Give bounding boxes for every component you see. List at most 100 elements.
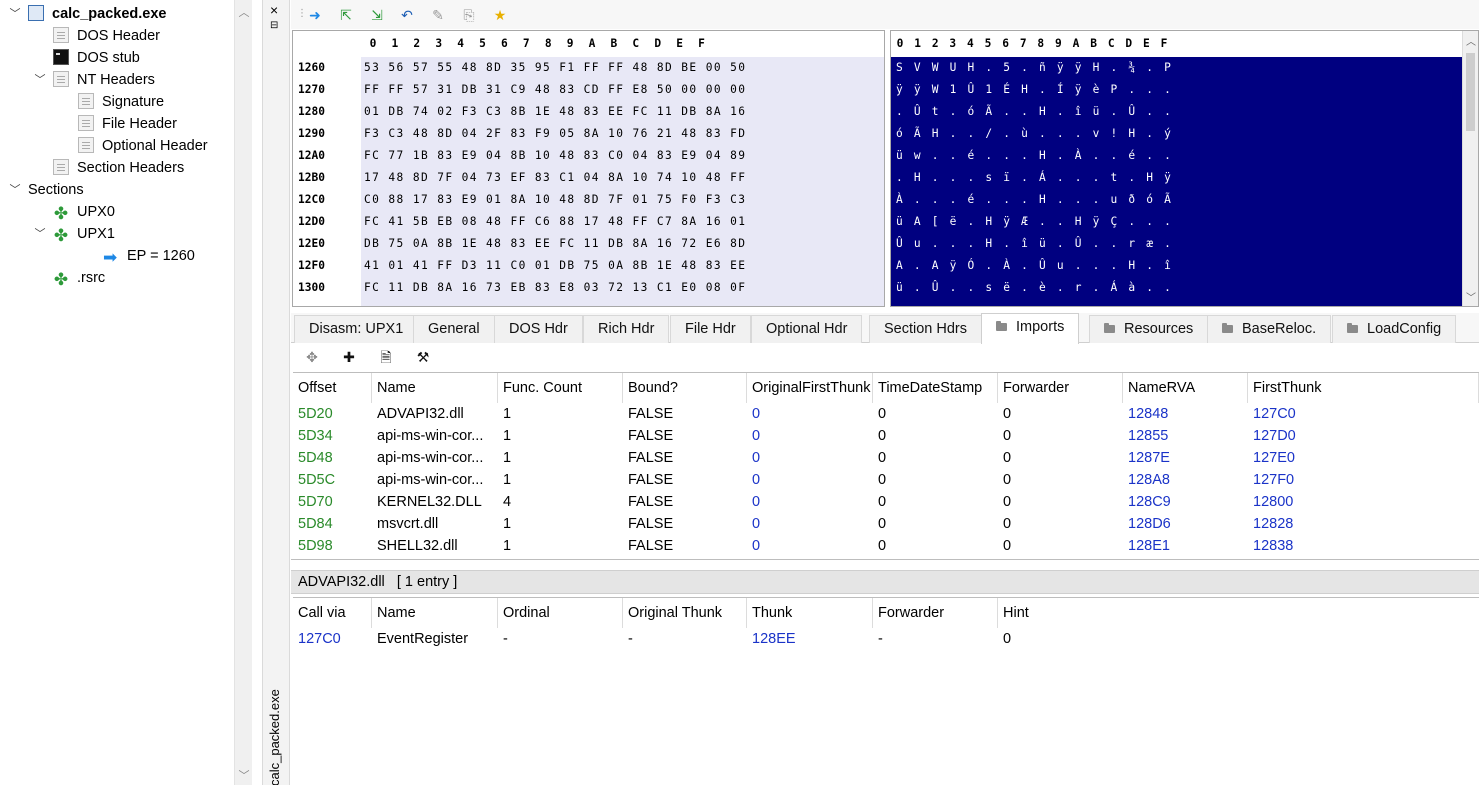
expand-chevron-icon[interactable]: ﹀ [8, 179, 22, 201]
column-header[interactable]: Call via [293, 598, 372, 628]
tree-item[interactable]: DOS stub [53, 47, 140, 69]
tree-item[interactable]: Signature [78, 91, 164, 113]
tree-item-label: Sections [28, 182, 84, 198]
table-row[interactable]: 5D34 api-ms-win-cor... 1 FALSE 0 0 0 12855 127D0 [293, 425, 1479, 447]
tab-file-hdr[interactable]: File Hdr [670, 315, 751, 343]
tree-item[interactable]: ﹀ Sections [10, 179, 84, 201]
hex-bytes-row[interactable]: DB 75 0A 8B 1E 48 83 EE FC 11 DB 8A 16 7… [364, 233, 746, 255]
favorite-star-icon[interactable]: ★ [490, 5, 510, 25]
pin-icon[interactable]: ⊟ [270, 20, 278, 31]
column-header[interactable]: Bound? [623, 373, 747, 403]
column-header[interactable]: Hint [998, 598, 1479, 628]
tab-resources[interactable]: Resources [1089, 315, 1209, 343]
tree-scrollbar[interactable]: ︿ ﹀ [234, 0, 252, 785]
tab-rich-hdr[interactable]: Rich Hdr [583, 315, 670, 343]
hex-ascii-pane[interactable]: 0123456789ABCDEF ︿ ﹀ S V W U H . 5 . ñ ÿ… [890, 30, 1479, 307]
ascii-row[interactable]: ü A [ ë . H ÿ Æ . . H ÿ Ç . . . [896, 211, 1173, 233]
add-icon[interactable]: ✚ [339, 347, 359, 367]
scroll-up-arrow-icon[interactable]: ︿ [235, 4, 253, 20]
table-row[interactable]: 5D98 SHELL32.dll 1 FALSE 0 0 0 128E1 12838 [293, 535, 1479, 557]
tab-disasm-upx1[interactable]: Disasm: UPX1 [294, 315, 419, 343]
hex-bytes-row[interactable]: 17 48 8D 7F 04 73 EF 83 C1 04 8A 10 74 1… [364, 167, 746, 189]
table-row[interactable]: 5D20 ADVAPI32.dll 1 FALSE 0 0 0 12848 127C0 [293, 403, 1479, 425]
tree-item[interactable]: ﹀ calc_packed.exe [10, 3, 166, 25]
ascii-row[interactable]: ó Ã H . . / . ù . . . v ! H . ý [896, 123, 1173, 145]
tree-item[interactable]: ✤ .rsrc [53, 267, 105, 289]
tree-item[interactable]: Optional Header [78, 135, 208, 157]
tab-optional-hdr[interactable]: Optional Hdr [751, 315, 863, 343]
hex-bytes-row[interactable]: FC 11 DB 8A 16 73 EB 83 E8 03 72 13 C1 E… [364, 277, 746, 299]
tree-item[interactable]: ﹀ ✤ UPX1 [35, 223, 115, 245]
hex-bytes-row[interactable]: 41 01 41 FF D3 11 C0 01 DB 75 0A 8B 1E 4… [364, 255, 746, 277]
expand-chevron-icon[interactable]: ﹀ [33, 223, 47, 245]
table-row[interactable]: 127C0 EventRegister - - 128EE - 0 [293, 628, 1479, 650]
column-header[interactable]: Thunk [747, 598, 873, 628]
tree-item[interactable]: ﹀ NT Headers [35, 69, 155, 91]
tab-basereloc[interactable]: BaseReloc. [1207, 315, 1332, 343]
tab-general[interactable]: General [413, 315, 495, 343]
column-header[interactable]: Ordinal [498, 598, 623, 628]
table-cell: api-ms-win-cor... [377, 472, 484, 488]
tab-imports[interactable]: Imports [981, 313, 1080, 344]
tree-item[interactable]: File Header [78, 113, 177, 135]
go-to-rva-icon[interactable]: ⇲ [367, 5, 387, 25]
close-icon[interactable]: × [270, 2, 278, 18]
go-to-entry-icon[interactable]: ⇱ [336, 5, 356, 25]
ascii-row[interactable]: Û u . . . H . î ü . Û . . r æ . [896, 233, 1173, 255]
ascii-row[interactable]: . Û t . ó Ã . . H . î ü . Û . . [896, 101, 1173, 123]
scroll-down-arrow-icon[interactable]: ﹀ [1463, 289, 1478, 304]
move-icon[interactable]: ✥ [302, 347, 322, 367]
ascii-row[interactable]: ü w . . é . . . H . À . . é . . [896, 145, 1173, 167]
table-row[interactable]: 5D70 KERNEL32.DLL 4 FALSE 0 0 0 128C9 12800 [293, 491, 1479, 513]
tab-dos-hdr[interactable]: DOS Hdr [494, 315, 583, 343]
hex-bytes-row[interactable]: C0 88 17 83 E9 01 8A 10 48 8D 7F 01 75 F… [364, 189, 746, 211]
copy-icon[interactable]: ⎘ [459, 5, 479, 25]
ascii-row[interactable]: . H . . . s ï . Á . . . t . H ÿ [896, 167, 1173, 189]
tree-item[interactable]: ✤ UPX0 [53, 201, 115, 223]
table-row[interactable]: 5D48 api-ms-win-cor... 1 FALSE 0 0 0 1287E 127E0 [293, 447, 1479, 469]
document-tab-label[interactable]: calc_packed.exe [267, 676, 282, 785]
ascii-row[interactable]: S V W U H . 5 . ñ ÿ ÿ H . ¾ . P [896, 57, 1173, 79]
column-header[interactable]: Forwarder [998, 373, 1123, 403]
undo-icon[interactable]: ↶ [397, 5, 417, 25]
go-to-address-icon[interactable]: ➜ [305, 5, 325, 25]
column-header[interactable]: Func. Count [498, 373, 623, 403]
table-row[interactable]: 5D5C api-ms-win-cor... 1 FALSE 0 0 0 128A8 127F0 [293, 469, 1479, 491]
hex-bytes-row[interactable]: 53 56 57 55 48 8D 35 95 F1 FF FF 48 8D B… [364, 57, 746, 79]
column-header[interactable]: Forwarder [873, 598, 998, 628]
column-header[interactable]: Name [372, 598, 498, 628]
column-header[interactable]: TimeDateStamp [873, 373, 998, 403]
hex-bytes-row[interactable]: 01 DB 74 02 F3 C3 8B 1E 48 83 EE FC 11 D… [364, 101, 746, 123]
pin-icon[interactable]: ✎ [428, 5, 448, 25]
scroll-down-arrow-icon[interactable]: ﹀ [235, 767, 253, 783]
hex-bytes-row[interactable]: F3 C3 48 8D 04 2F 83 F9 05 8A 10 76 21 4… [364, 123, 746, 145]
column-header[interactable]: FirstThunk [1248, 373, 1479, 403]
table-row[interactable]: 5D84 msvcrt.dll 1 FALSE 0 0 0 128D6 12828 [293, 513, 1479, 535]
expand-chevron-icon[interactable]: ﹀ [33, 69, 47, 91]
wand-icon[interactable]: ⚒ [413, 347, 433, 367]
hex-bytes-pane[interactable]: 0 1 2 3 4 5 6 7 8 9 A B C D E F 1260 53 56 57 55 48 8D 3… [292, 30, 885, 307]
scrollbar-thumb[interactable] [1466, 53, 1475, 131]
column-header[interactable]: OriginalFirstThunk [747, 373, 873, 403]
tree-item[interactable]: Section Headers [53, 157, 184, 179]
ascii-row[interactable]: A . A ÿ Ó . À . Û u . . . H . î [896, 255, 1173, 277]
hex-bytes-row[interactable]: FC 77 1B 83 E9 04 8B 10 48 83 C0 04 83 E… [364, 145, 746, 167]
ascii-row[interactable]: ü . Û . . s ë . è . r . Á à . . [896, 277, 1173, 299]
ascii-row[interactable]: ÿ ÿ W 1 Û 1 É H . Í ÿ è P . . . [896, 79, 1173, 101]
column-header[interactable]: NameRVA [1123, 373, 1248, 403]
hex-bytes-row[interactable]: FF FF 57 31 DB 31 C9 48 83 CD FF E8 50 0… [364, 79, 746, 101]
tab-loadconfig[interactable]: LoadConfig [1332, 315, 1457, 343]
structure-tree[interactable]: ﹀ calc_packed.exe DOS Header DOS stub ﹀ NT He… [0, 0, 252, 785]
column-header[interactable]: Original Thunk [623, 598, 747, 628]
tree-item[interactable]: DOS Header [53, 25, 160, 47]
tab-section-hdrs[interactable]: Section Hdrs [869, 315, 983, 343]
ascii-row[interactable]: À . . . é . . . H . . . u ð ó Ã [896, 189, 1173, 211]
column-header[interactable]: Offset [293, 373, 372, 403]
hex-scrollbar[interactable]: ︿ ﹀ [1462, 31, 1478, 306]
hex-bytes-row[interactable]: FC 41 5B EB 08 48 FF C6 88 17 48 FF C7 8… [364, 211, 746, 233]
tree-item[interactable]: ➡ EP = 1260 [103, 245, 195, 267]
scroll-up-arrow-icon[interactable]: ︿ [1463, 33, 1478, 48]
save-icon[interactable]: 🗎 [376, 347, 396, 367]
expand-chevron-icon[interactable]: ﹀ [8, 3, 22, 25]
column-header[interactable]: Name [372, 373, 498, 403]
